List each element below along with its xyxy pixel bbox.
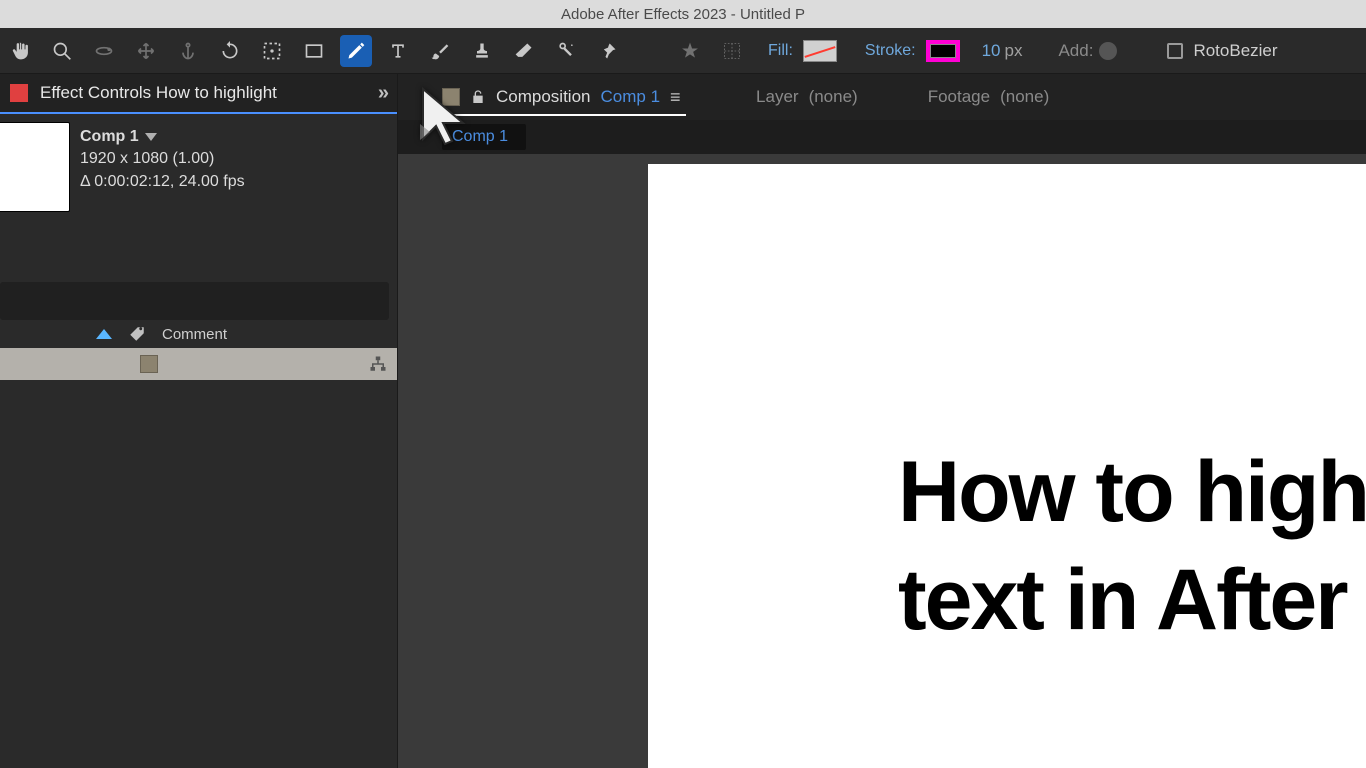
rotation-tool[interactable] — [214, 35, 246, 67]
composition-timing: Δ 0:00:02:12, 24.00 fps — [80, 171, 245, 193]
layer-tab-value: (none) — [809, 87, 858, 107]
orbit-tool[interactable] — [88, 35, 120, 67]
roto-brush-tool[interactable] — [550, 35, 582, 67]
add-dropdown-icon — [1099, 42, 1117, 60]
main-toolbar: Fill: Stroke: 10 px Add: RotoBezier — [0, 28, 1366, 74]
stroke-width-control[interactable]: 10 px — [982, 41, 1023, 61]
flowchart-icon[interactable] — [369, 355, 387, 373]
roto-brush-icon — [556, 41, 576, 61]
composition-tab-name: Comp 1 — [601, 87, 661, 107]
layer-color-swatch — [10, 84, 28, 102]
window-title: Adobe After Effects 2023 - Untitled P — [561, 6, 805, 23]
clone-stamp-tool[interactable] — [466, 35, 498, 67]
stroke-width-value: 10 — [982, 41, 1001, 61]
left-panel: Effect Controls How to highlight » Comp … — [0, 74, 398, 768]
fill-label[interactable]: Fill: — [768, 42, 793, 60]
eraser-icon — [514, 41, 534, 61]
star-tool[interactable] — [674, 35, 706, 67]
footage-tab[interactable]: Footage (none) — [928, 87, 1050, 107]
hand-tool[interactable] — [4, 35, 36, 67]
layer-tab-label: Layer — [756, 87, 799, 107]
comment-column-label[interactable]: Comment — [162, 326, 227, 343]
composition-tab-label: Composition — [496, 87, 591, 107]
viewer-tabs: Composition Comp 1 ≡ Layer (none) Footag… — [398, 74, 1366, 120]
pin-icon — [598, 41, 618, 61]
effect-controls-tab[interactable]: Effect Controls How to highlight » — [0, 74, 397, 114]
rotate-icon — [220, 41, 240, 61]
pen-icon — [346, 41, 366, 61]
stroke-swatch[interactable] — [926, 40, 960, 62]
rectangle-tool[interactable] — [298, 35, 330, 67]
stroke-width-unit: px — [1005, 41, 1023, 61]
canvas-area[interactable]: How to high text in After — [648, 164, 1366, 768]
magnifier-icon — [52, 41, 72, 61]
zoom-tool[interactable] — [46, 35, 78, 67]
stroke-label[interactable]: Stroke: — [865, 42, 916, 60]
breadcrumb-item[interactable]: Comp 1 — [442, 124, 526, 150]
anchor-icon — [178, 41, 198, 61]
rotobezier-label: RotoBezier — [1193, 41, 1277, 61]
brush-icon — [430, 41, 450, 61]
project-column-header: Comment — [0, 320, 397, 348]
effect-controls-subject: How to highlight — [156, 83, 277, 102]
add-label-text: Add: — [1058, 41, 1093, 61]
puppet-pin-tool[interactable] — [592, 35, 624, 67]
composition-tab[interactable]: Composition Comp 1 ≡ — [442, 87, 686, 116]
fill-swatch[interactable] — [803, 40, 837, 62]
composition-name: Comp 1 — [80, 126, 139, 148]
composition-dimensions: 1920 x 1080 (1.00) — [80, 148, 245, 170]
dashed-square-icon — [262, 41, 282, 61]
arrows-icon — [136, 41, 156, 61]
hand-icon — [10, 41, 30, 61]
star-icon — [680, 41, 700, 61]
footage-tab-label: Footage — [928, 87, 990, 107]
effect-controls-label: Effect Controls — [40, 83, 151, 102]
window-titlebar: Adobe After Effects 2023 - Untitled P — [0, 0, 1366, 28]
breadcrumb-name: Comp 1 — [452, 128, 508, 145]
dropdown-triangle-icon[interactable] — [145, 133, 157, 141]
add-menu[interactable]: Add: — [1058, 41, 1117, 61]
comp-swatch-icon — [442, 88, 460, 106]
search-bar[interactable] — [0, 282, 389, 320]
footage-tab-value: (none) — [1000, 87, 1049, 107]
panel-menu-icon[interactable]: ≡ — [670, 87, 686, 108]
orbit-icon — [94, 41, 114, 61]
sort-ascending-icon[interactable] — [96, 329, 112, 339]
rectangle-icon — [304, 41, 324, 61]
eraser-tool[interactable] — [508, 35, 540, 67]
composition-card[interactable]: Comp 1 1920 x 1080 (1.00) Δ 0:00:02:12, … — [0, 114, 397, 212]
project-item-row[interactable] — [0, 348, 397, 380]
type-icon — [388, 41, 408, 61]
lock-icon[interactable] — [470, 88, 486, 106]
panel-expand-icon[interactable]: » — [378, 82, 389, 105]
folder-icon — [140, 355, 158, 373]
type-tool[interactable] — [382, 35, 414, 67]
layer-tab[interactable]: Layer (none) — [756, 87, 858, 107]
anchor-tool[interactable] — [172, 35, 204, 67]
brush-tool[interactable] — [424, 35, 456, 67]
grid-icon — [722, 41, 742, 61]
composition-thumbnail — [0, 122, 70, 212]
composition-viewer[interactable]: How to high text in After — [398, 154, 1366, 768]
mask-tool[interactable] — [256, 35, 288, 67]
composition-breadcrumb: Comp 1 — [398, 120, 1366, 154]
pen-tool[interactable] — [340, 35, 372, 67]
stamp-icon — [472, 41, 492, 61]
pan-behind-tool[interactable] — [130, 35, 162, 67]
label-icon[interactable] — [128, 325, 146, 343]
right-panel: Composition Comp 1 ≡ Layer (none) Footag… — [398, 74, 1366, 768]
checkbox-icon — [1167, 43, 1183, 59]
grid-tool[interactable] — [716, 35, 748, 67]
rotobezier-toggle[interactable]: RotoBezier — [1167, 41, 1277, 61]
text-layer[interactable]: How to high text in After — [898, 439, 1366, 654]
